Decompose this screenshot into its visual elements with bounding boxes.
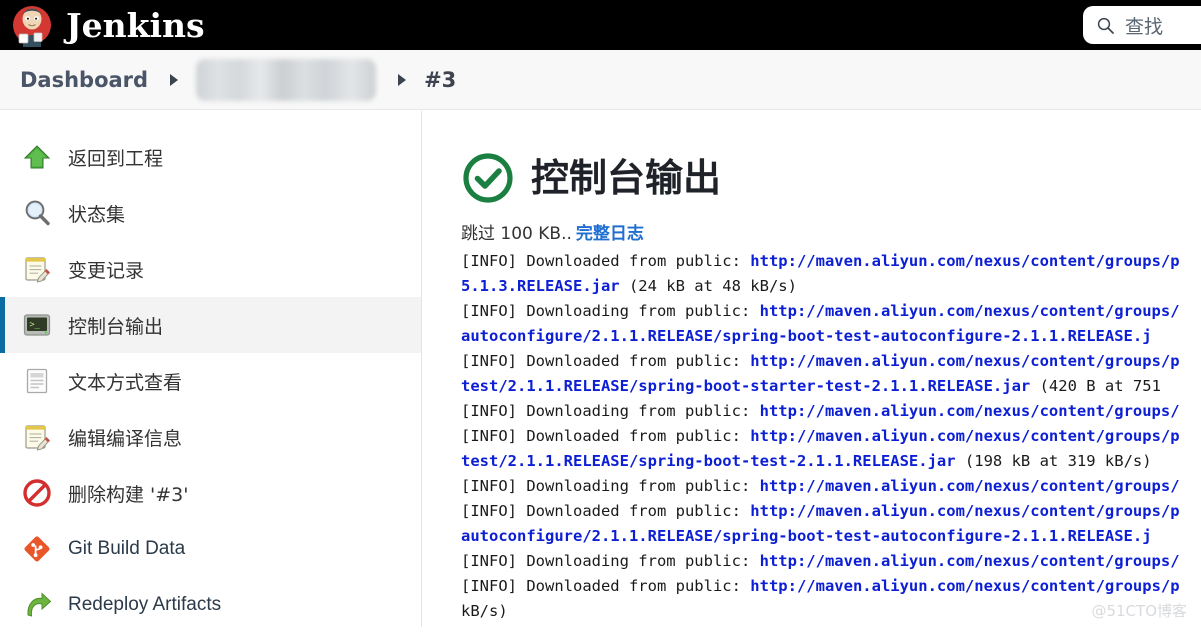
- sidebar-item-label: 返回到工程: [68, 147, 164, 170]
- document-icon: [22, 366, 52, 396]
- search-placeholder-text: 查找: [1125, 15, 1164, 38]
- console-log-line: [INFO] Downloaded from public: http://ma…: [461, 574, 1201, 599]
- log-line-text: [INFO] Downloaded from public:: [461, 252, 751, 270]
- log-line-text: [INFO] Downloading from public:: [461, 302, 760, 320]
- console-log-line: [INFO] Downloaded from public: http://ma…: [461, 424, 1201, 449]
- sidebar-item-redeploy-artifacts[interactable]: Redeploy Artifacts: [0, 577, 421, 633]
- notepad-pencil-icon: [22, 254, 52, 284]
- success-check-circle-icon: [461, 151, 515, 205]
- breadcrumb: Dashboard #3: [0, 50, 1201, 110]
- header-right-area: 查找: [1083, 0, 1201, 50]
- console-log-line: [INFO] Downloaded from public: http://ma…: [461, 499, 1201, 524]
- skip-log-notice: 跳过 100 KB.. 完整日志: [423, 205, 1201, 244]
- sidebar-item-label: 控制台输出: [68, 315, 164, 338]
- breadcrumb-item-build[interactable]: #3: [424, 68, 456, 92]
- console-log-line: autoconfigure/2.1.1.RELEASE/spring-boot-…: [461, 524, 1201, 549]
- up-arrow-icon: [22, 142, 52, 172]
- skip-log-text: 跳过 100 KB..: [461, 224, 572, 244]
- git-diamond-icon: [22, 534, 52, 564]
- page-title: 控制台输出: [531, 156, 722, 200]
- log-line-text: [INFO] Downloaded from public:: [461, 502, 751, 520]
- main-content: 控制台输出 跳过 100 KB.. 完整日志 [INFO] Downloaded …: [423, 111, 1201, 627]
- log-line-url-link[interactable]: test/2.1.1.RELEASE/spring-boot-test-2.1.…: [461, 452, 956, 470]
- sidebar-item-status[interactable]: 状态集: [0, 185, 421, 241]
- log-line-text: [INFO] Downloaded from public:: [461, 577, 751, 595]
- svg-text:>_: >_: [30, 320, 41, 330]
- top-header-bar: Jenkins 查找: [0, 0, 1201, 50]
- sidebar-item-delete-build[interactable]: 删除构建 '#3': [0, 465, 421, 521]
- log-line-text: [INFO] Downloading from public:: [461, 477, 760, 495]
- sidebar-item-label: Git Build Data: [68, 538, 186, 559]
- console-log-line: 5.1.3.RELEASE.jar (24 kB at 48 kB/s): [461, 274, 1201, 299]
- log-line-url-link[interactable]: http://maven.aliyun.com/nexus/content/gr…: [750, 577, 1179, 595]
- sidebar-item-view-as-plain-text[interactable]: 文本方式查看: [0, 353, 421, 409]
- console-log-line: kB/s): [461, 599, 1201, 624]
- sidebar-item-label: 变更记录: [68, 259, 145, 282]
- sidebar: 返回到工程 状态集 变更记录 >_ 控制台输出 文本方式查看 编辑编译信息 删除…: [0, 111, 422, 627]
- log-line-url-link[interactable]: http://maven.aliyun.com/nexus/content/gr…: [760, 477, 1180, 495]
- sidebar-item-label: 状态集: [68, 203, 126, 226]
- log-line-url-link[interactable]: http://maven.aliyun.com/nexus/content/gr…: [760, 402, 1180, 420]
- log-line-text: [INFO] Downloaded from public:: [461, 352, 751, 370]
- sidebar-item-edit-build-information[interactable]: 编辑编译信息: [0, 409, 421, 465]
- log-line-size-text: (198 kB at 319 kB/s): [955, 452, 1152, 470]
- console-log-line: test/2.1.1.RELEASE/spring-boot-test-2.1.…: [461, 449, 1201, 474]
- jenkins-home-link[interactable]: Jenkins: [0, 0, 205, 50]
- terminal-icon: >_: [22, 310, 52, 340]
- console-log-line: [INFO] Downloaded from public: http://ma…: [461, 349, 1201, 374]
- console-log-line: test/2.1.1.RELEASE/spring-boot-starter-t…: [461, 374, 1201, 399]
- console-log-line: [INFO] Downloading from public: http://m…: [461, 299, 1201, 324]
- search-input[interactable]: 查找: [1083, 6, 1201, 44]
- sidebar-item-label: Redeploy Artifacts: [68, 594, 222, 615]
- breadcrumb-separator-icon: [170, 73, 179, 86]
- log-line-text: kB/s): [461, 602, 508, 620]
- console-log-line: [INFO] Downloading from public: http://m…: [461, 399, 1201, 424]
- log-line-url-link[interactable]: http://maven.aliyun.com/nexus/content/gr…: [760, 552, 1180, 570]
- log-line-url-link[interactable]: 5.1.3.RELEASE.jar: [461, 277, 620, 295]
- search-icon: [1097, 17, 1114, 34]
- notepad-pencil-icon: [22, 422, 52, 452]
- console-log-line: autoconfigure/2.1.1.RELEASE/spring-boot-…: [461, 324, 1201, 349]
- sidebar-item-console-output[interactable]: >_ 控制台输出: [0, 297, 421, 353]
- log-line-url-link[interactable]: autoconfigure/2.1.1.RELEASE/spring-boot-…: [461, 527, 1152, 545]
- redeploy-arrow-icon: [22, 590, 52, 620]
- console-log-line: [INFO] Downloading from public: http://m…: [461, 549, 1201, 574]
- sidebar-item-label: 文本方式查看: [68, 371, 183, 394]
- console-header: 控制台输出: [423, 111, 1201, 205]
- no-entry-icon: [22, 478, 52, 508]
- breadcrumb-separator-icon: [398, 73, 407, 86]
- log-line-size-text: (420 B at 751: [1030, 377, 1161, 395]
- log-line-url-link[interactable]: http://maven.aliyun.com/nexus/content/gr…: [760, 302, 1180, 320]
- log-line-url-link[interactable]: http://maven.aliyun.com/nexus/content/gr…: [750, 427, 1179, 445]
- log-line-url-link[interactable]: http://maven.aliyun.com/nexus/content/gr…: [750, 352, 1179, 370]
- sidebar-item-label: 删除构建 '#3': [68, 483, 189, 506]
- full-log-link[interactable]: 完整日志: [576, 224, 644, 244]
- log-line-text: [INFO] Downloading from public:: [461, 552, 760, 570]
- breadcrumb-item-project-redacted[interactable]: [196, 58, 377, 101]
- sidebar-item-changes[interactable]: 变更记录: [0, 241, 421, 297]
- console-log-line: [INFO] Downloading from public: http://m…: [461, 474, 1201, 499]
- log-line-url-link[interactable]: test/2.1.1.RELEASE/spring-boot-starter-t…: [461, 377, 1030, 395]
- breadcrumb-item-dashboard[interactable]: Dashboard: [0, 68, 148, 92]
- console-output-log[interactable]: [INFO] Downloaded from public: http://ma…: [423, 249, 1201, 624]
- sidebar-item-label: 编辑编译信息: [68, 427, 183, 450]
- log-line-url-link[interactable]: http://maven.aliyun.com/nexus/content/gr…: [750, 502, 1179, 520]
- sidebar-item-git-build-data[interactable]: Git Build Data: [0, 521, 421, 577]
- log-line-text: [INFO] Downloaded from public:: [461, 427, 751, 445]
- log-line-url-link[interactable]: http://maven.aliyun.com/nexus/content/gr…: [750, 252, 1179, 270]
- log-line-size-text: (24 kB at 48 kB/s): [619, 277, 797, 295]
- jenkins-butler-logo-icon: [10, 3, 54, 47]
- brand-title: Jenkins: [66, 5, 205, 45]
- sidebar-item-back-to-project[interactable]: 返回到工程: [0, 129, 421, 185]
- console-log-line: [INFO] Downloaded from public: http://ma…: [461, 249, 1201, 274]
- log-line-url-link[interactable]: autoconfigure/2.1.1.RELEASE/spring-boot-…: [461, 327, 1152, 345]
- magnifier-icon: [22, 198, 52, 228]
- log-line-text: [INFO] Downloading from public:: [461, 402, 760, 420]
